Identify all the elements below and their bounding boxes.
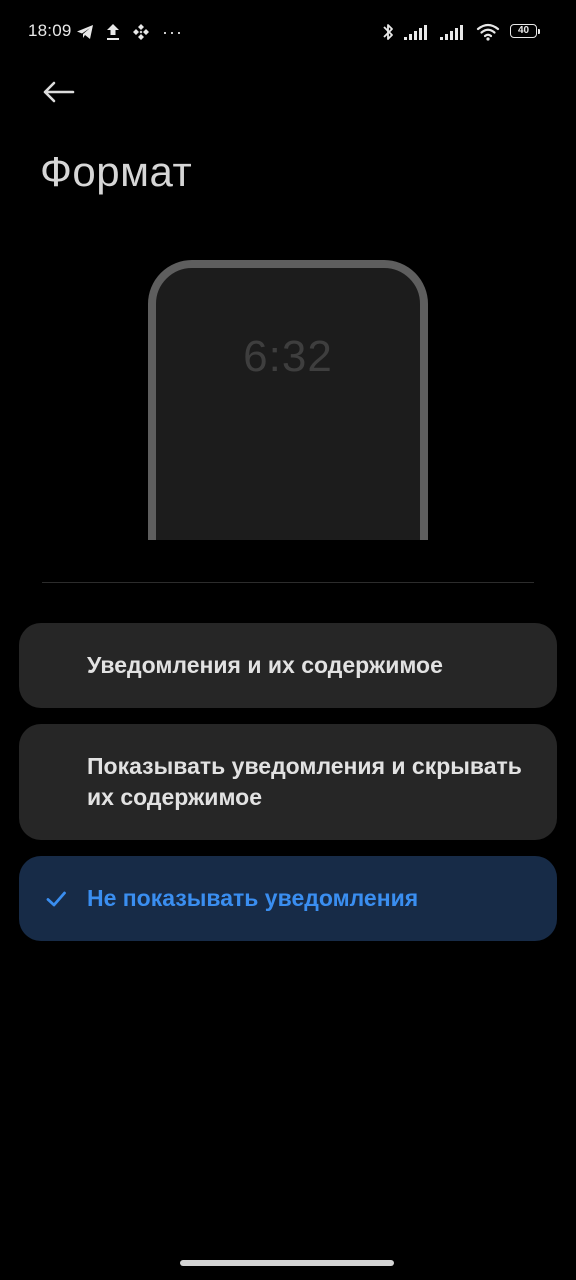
- battery-level: 40: [517, 25, 530, 36]
- status-bar: 18:09 ··· 40: [0, 0, 576, 64]
- arrow-left-icon: [43, 81, 75, 103]
- telegram-icon: [77, 25, 93, 39]
- bluetooth-icon: [383, 24, 393, 40]
- option-label: Уведомления и их содержимое: [87, 652, 443, 678]
- status-left-icons: ···: [76, 22, 183, 42]
- binance-icon: [133, 24, 149, 40]
- option-label: Не показывать уведомления: [87, 885, 419, 911]
- home-indicator[interactable]: [180, 1260, 394, 1266]
- signal-icon: [404, 25, 427, 40]
- wifi-icon: [476, 23, 500, 41]
- option-hide-content[interactable]: Показывать уведомления и скрывать их сод…: [19, 724, 557, 840]
- preview-phone-frame: [148, 260, 428, 540]
- format-preview: 6:32: [148, 260, 428, 540]
- battery-icon: 40: [510, 23, 542, 41]
- option-show-all[interactable]: Уведомления и их содержимое: [19, 623, 557, 708]
- option-hide-notifications[interactable]: Не показывать уведомления: [19, 856, 557, 941]
- upload-icon: [107, 24, 119, 40]
- divider: [42, 582, 534, 583]
- option-label: Показывать уведомления и скрывать их сод…: [87, 753, 522, 810]
- page-title: Формат: [40, 148, 193, 195]
- preview-clock: 6:32: [243, 332, 333, 381]
- back-button[interactable]: [36, 70, 80, 114]
- checkmark-icon: [46, 891, 66, 906]
- more-status-icon: ···: [162, 21, 183, 42]
- status-right-icons: 40: [372, 21, 542, 43]
- signal-icon: [440, 25, 463, 40]
- status-time: 18:09: [28, 21, 72, 40]
